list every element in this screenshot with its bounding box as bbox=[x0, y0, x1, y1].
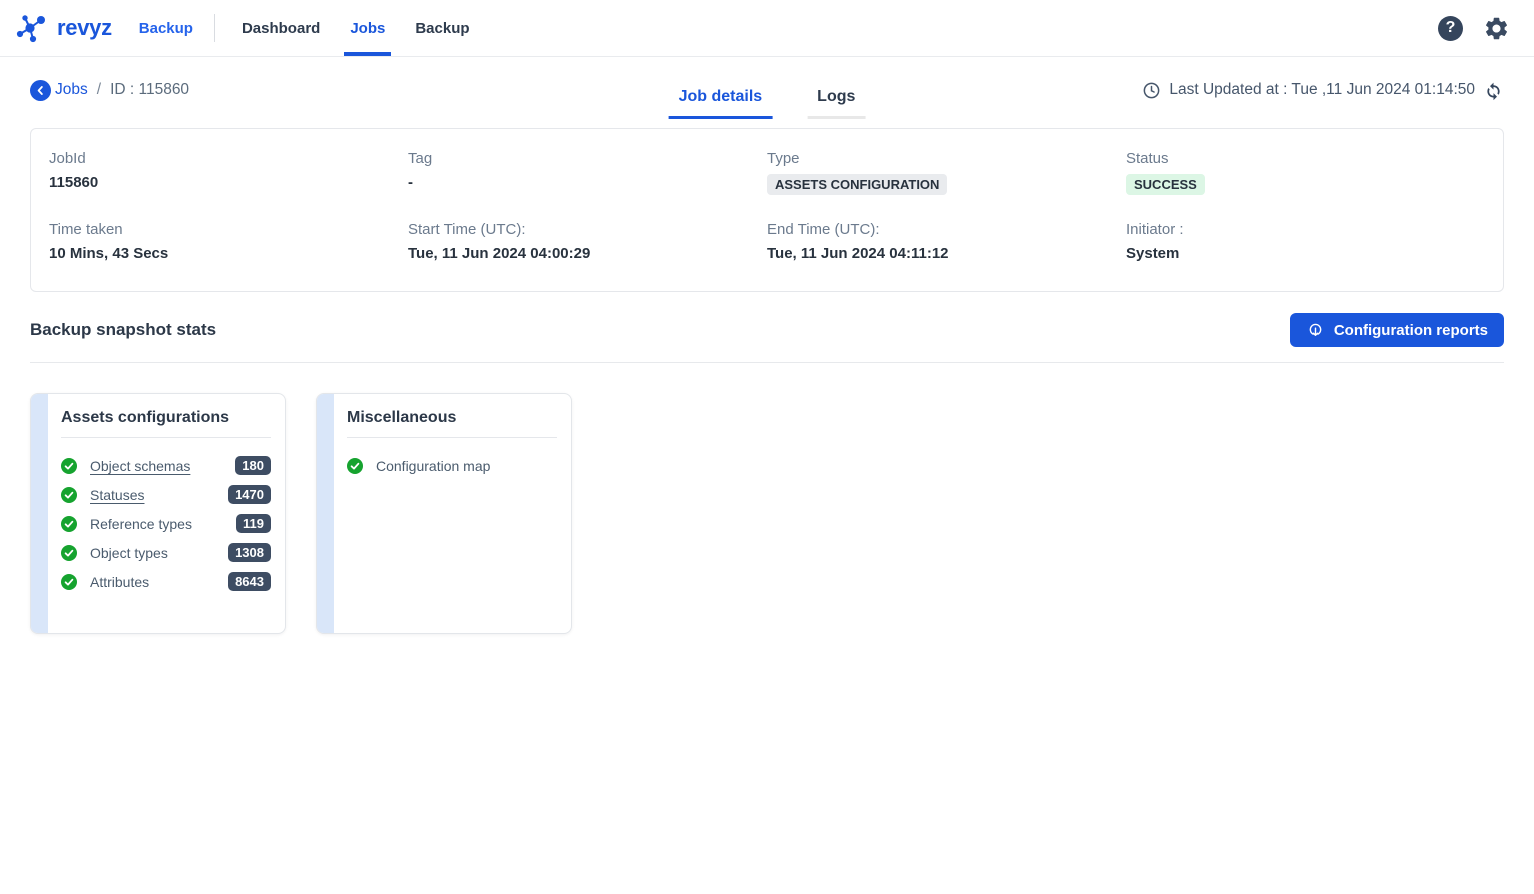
stat-item-reference-types: Reference types 119 bbox=[61, 509, 271, 538]
stat-item-object-types: Object types 1308 bbox=[61, 538, 271, 567]
tab-job-details[interactable]: Job details bbox=[669, 88, 773, 119]
stat-item-label: Object types bbox=[90, 545, 215, 561]
breadcrumb-current-id: ID : 115860 bbox=[110, 81, 189, 99]
job-field-value: 115860 bbox=[49, 174, 98, 191]
check-circle-icon bbox=[61, 545, 77, 561]
menu-item-label: Jobs bbox=[350, 20, 385, 37]
job-field-value: System bbox=[1126, 245, 1179, 262]
last-updated: Last Updated at : Tue ,11 Jun 2024 01:14… bbox=[1142, 80, 1504, 113]
job-field-status: Status SUCCESS bbox=[1126, 150, 1485, 195]
menu-item-label: Dashboard bbox=[242, 20, 320, 37]
stat-card-list: Object schemas 180 Statuses 1470 Referen… bbox=[61, 451, 271, 596]
job-field-value: - bbox=[408, 174, 413, 191]
job-field-label: Time taken bbox=[49, 221, 408, 238]
job-field-value: ASSETS CONFIGURATION bbox=[767, 174, 947, 195]
stat-card-assets-configurations: Assets configurations Object schemas 180… bbox=[30, 393, 286, 634]
stat-item-count-badge: 1470 bbox=[228, 485, 271, 504]
stat-item-count-badge: 8643 bbox=[228, 572, 271, 591]
stat-item-label: Configuration map bbox=[376, 458, 557, 474]
stat-item-count-badge: 1308 bbox=[228, 543, 271, 562]
stats-cards: Assets configurations Object schemas 180… bbox=[30, 393, 1504, 634]
job-field-label: Start Time (UTC): bbox=[408, 221, 767, 238]
stat-card-content: Miscellaneous Configuration map bbox=[334, 394, 571, 633]
stat-item-attributes: Attributes 8643 bbox=[61, 567, 271, 596]
stat-item-label[interactable]: Object schemas bbox=[90, 458, 222, 474]
section-divider bbox=[30, 362, 1504, 363]
stat-card-title: Miscellaneous bbox=[347, 409, 557, 438]
stat-item-label[interactable]: Statuses bbox=[90, 487, 215, 503]
refresh-icon[interactable] bbox=[1483, 80, 1504, 101]
job-field-value: Tue, 11 Jun 2024 04:11:12 bbox=[767, 245, 949, 262]
section-title: Backup snapshot stats bbox=[30, 320, 216, 340]
stat-item-label: Reference types bbox=[90, 516, 223, 532]
help-icon[interactable]: ? bbox=[1438, 16, 1463, 41]
menu-item-label: Backup bbox=[415, 20, 469, 37]
stats-header: Backup snapshot stats Configuration repo… bbox=[30, 313, 1504, 347]
stat-card-content: Assets configurations Object schemas 180… bbox=[48, 394, 285, 633]
configuration-reports-button[interactable]: Configuration reports bbox=[1290, 313, 1504, 347]
stat-item-object-schemas: Object schemas 180 bbox=[61, 451, 271, 480]
breadcrumb-separator: / bbox=[97, 81, 101, 99]
menu-item-jobs[interactable]: Jobs bbox=[346, 0, 389, 56]
job-field-label: Initiator : bbox=[1126, 221, 1485, 238]
main-menu: Dashboard Jobs Backup bbox=[227, 0, 485, 56]
breadcrumb-jobs-link[interactable]: Jobs bbox=[55, 81, 88, 99]
stat-card-title: Assets configurations bbox=[61, 409, 271, 438]
job-details-card: JobId 115860 Tag - Type ASSETS CONFIGURA… bbox=[30, 128, 1504, 292]
job-field-value: 10 Mins, 43 Secs bbox=[49, 245, 168, 262]
brand-name: revyz bbox=[57, 15, 112, 41]
job-field-tag: Tag - bbox=[408, 150, 767, 195]
header-actions: ? bbox=[1438, 0, 1518, 56]
job-field-label: Type bbox=[767, 150, 1126, 167]
stat-card-list: Configuration map bbox=[347, 451, 557, 480]
breadcrumb: Jobs / ID : 115860 bbox=[30, 80, 189, 113]
job-field-start-time-utc-: Start Time (UTC): Tue, 11 Jun 2024 04:00… bbox=[408, 221, 767, 263]
stat-item-statuses: Statuses 1470 bbox=[61, 480, 271, 509]
top-nav: revyz Backup Dashboard Jobs Backup ? bbox=[0, 0, 1534, 57]
check-circle-icon bbox=[61, 487, 77, 503]
job-field-label: End Time (UTC): bbox=[767, 221, 1126, 238]
brand-logo[interactable]: revyz bbox=[14, 0, 112, 56]
clock-icon bbox=[1142, 81, 1161, 100]
job-field-value: Tue, 11 Jun 2024 04:00:29 bbox=[408, 245, 590, 262]
job-field-label: Tag bbox=[408, 150, 767, 167]
job-field-time-taken: Time taken 10 Mins, 43 Secs bbox=[49, 221, 408, 263]
settings-gear-icon[interactable] bbox=[1483, 15, 1510, 42]
nav-backup-link[interactable]: Backup bbox=[139, 0, 193, 56]
stat-item-configuration-map: Configuration map bbox=[347, 451, 557, 480]
stat-item-count-badge: 119 bbox=[236, 514, 271, 533]
nav-divider bbox=[214, 14, 215, 42]
check-circle-icon bbox=[61, 516, 77, 532]
stat-card-stripe bbox=[317, 394, 334, 633]
toolbar-row: Jobs / ID : 115860 Job details Logs Last … bbox=[30, 73, 1504, 119]
stat-item-label: Attributes bbox=[90, 574, 215, 590]
job-field-type: Type ASSETS CONFIGURATION bbox=[767, 150, 1126, 195]
job-field-jobid: JobId 115860 bbox=[49, 150, 408, 195]
tab-logs[interactable]: Logs bbox=[807, 88, 865, 119]
download-cloud-icon bbox=[1306, 321, 1325, 339]
back-button[interactable] bbox=[30, 80, 51, 101]
tabs: Job details Logs bbox=[669, 88, 866, 119]
job-field-label: Status bbox=[1126, 150, 1485, 167]
check-circle-icon bbox=[61, 458, 77, 474]
configuration-reports-label: Configuration reports bbox=[1334, 322, 1488, 339]
menu-item-dashboard[interactable]: Dashboard bbox=[238, 0, 324, 56]
menu-item-backup[interactable]: Backup bbox=[411, 0, 473, 56]
revyz-molecule-icon bbox=[14, 10, 50, 46]
check-circle-icon bbox=[347, 458, 363, 474]
job-field-end-time-utc-: End Time (UTC): Tue, 11 Jun 2024 04:11:1… bbox=[767, 221, 1126, 263]
job-field-label: JobId bbox=[49, 150, 408, 167]
stat-item-count-badge: 180 bbox=[235, 456, 271, 475]
last-updated-text: Last Updated at : Tue ,11 Jun 2024 01:14… bbox=[1169, 81, 1475, 99]
check-circle-icon bbox=[61, 574, 77, 590]
stat-card-miscellaneous: Miscellaneous Configuration map bbox=[316, 393, 572, 634]
job-field-value: SUCCESS bbox=[1126, 174, 1205, 195]
stat-card-stripe bbox=[31, 394, 48, 633]
job-field-initiator-: Initiator : System bbox=[1126, 221, 1485, 263]
